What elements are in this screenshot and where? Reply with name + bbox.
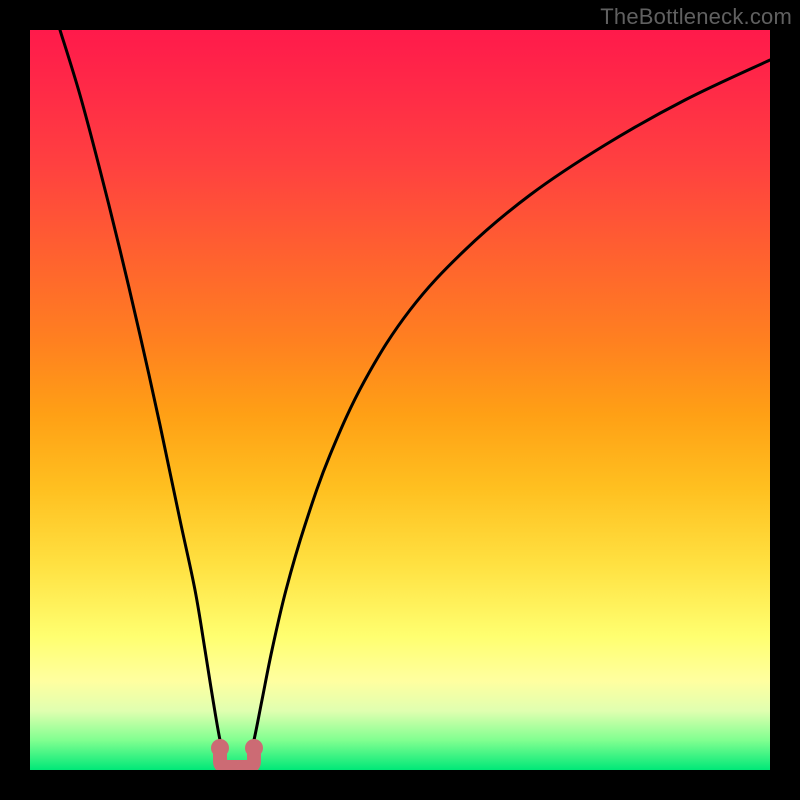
watermark-text: TheBottleneck.com bbox=[600, 4, 792, 30]
bottom-marker bbox=[211, 739, 263, 767]
plot-area bbox=[30, 30, 770, 770]
curve-layer bbox=[30, 30, 770, 770]
left-curve bbox=[60, 30, 226, 762]
right-curve bbox=[248, 60, 770, 762]
chart-frame: TheBottleneck.com bbox=[0, 0, 800, 800]
